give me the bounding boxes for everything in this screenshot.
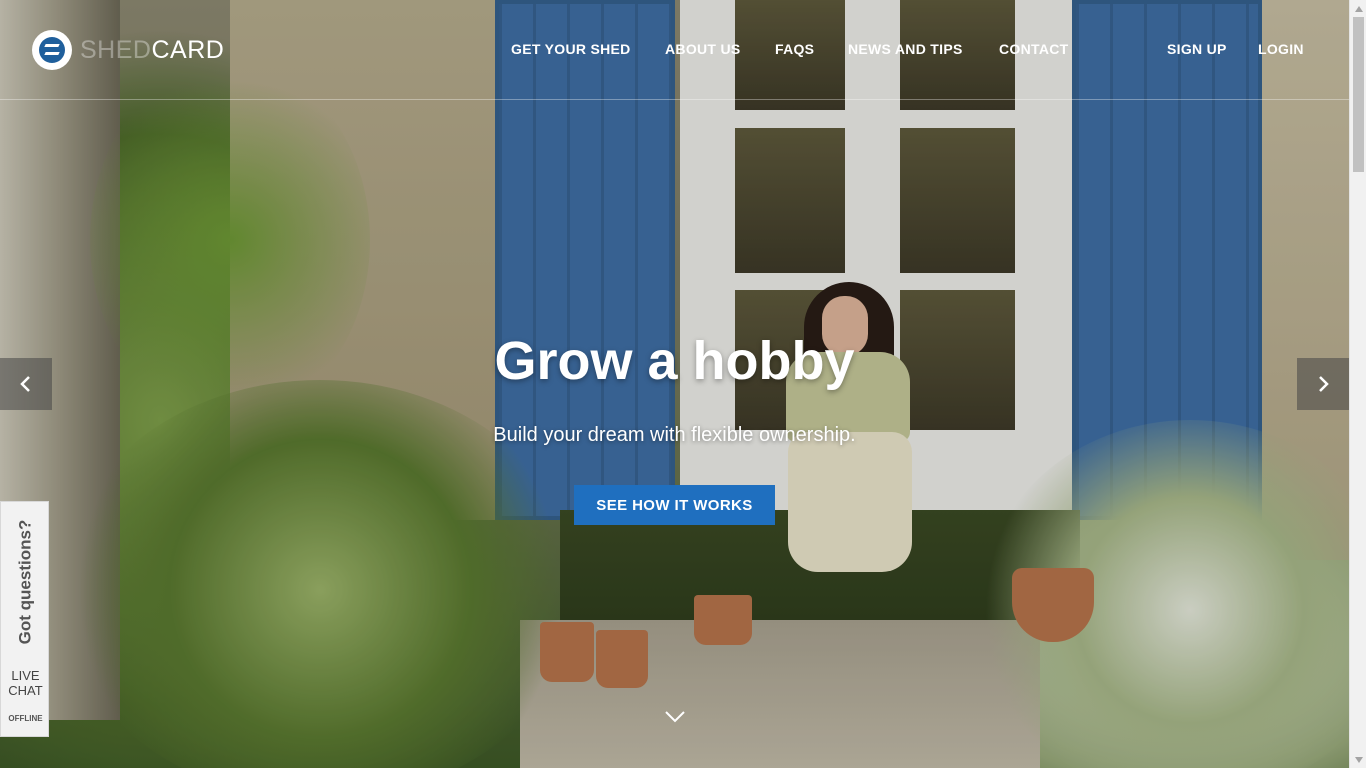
page-scrollbar[interactable] (1349, 0, 1366, 768)
chevron-right-icon (1319, 376, 1329, 392)
signup-link[interactable]: SIGN UP (1167, 41, 1227, 57)
main-nav: GET YOUR SHED ABOUT US FAQS NEWS AND TIP… (0, 41, 1349, 61)
nav-about-us[interactable]: ABOUT US (665, 41, 741, 57)
login-link[interactable]: LOGIN (1258, 41, 1304, 57)
nav-contact[interactable]: CONTACT (999, 41, 1069, 57)
hero-title: Grow a hobby (494, 331, 855, 391)
nav-faqs[interactable]: FAQS (775, 41, 814, 57)
live-chat-prompt: Got questions? (15, 519, 35, 645)
carousel-prev-button[interactable] (0, 358, 52, 410)
scroll-thumb[interactable] (1353, 17, 1364, 172)
nav-news-and-tips[interactable]: NEWS AND TIPS (848, 41, 963, 57)
chevron-down-icon[interactable] (664, 710, 686, 724)
live-chat-status: OFFLINE (8, 714, 43, 723)
scroll-up-arrow-icon[interactable] (1350, 0, 1366, 17)
chevron-left-icon (20, 376, 30, 392)
carousel-next-button[interactable] (1297, 358, 1349, 410)
navbar: SHEDCARD GET YOUR SHED ABOUT US FAQS NEW… (0, 0, 1349, 100)
hero-subtitle: Build your dream with flexible ownership… (493, 424, 856, 446)
live-chat-tab[interactable]: Got questions? LIVE CHAT OFFLINE (0, 501, 49, 737)
nav-get-your-shed[interactable]: GET YOUR SHED (511, 41, 631, 57)
scroll-down-arrow-icon[interactable] (1350, 751, 1366, 768)
see-how-it-works-button[interactable]: SEE HOW IT WORKS (574, 485, 775, 525)
live-chat-label: LIVE CHAT (8, 668, 43, 698)
